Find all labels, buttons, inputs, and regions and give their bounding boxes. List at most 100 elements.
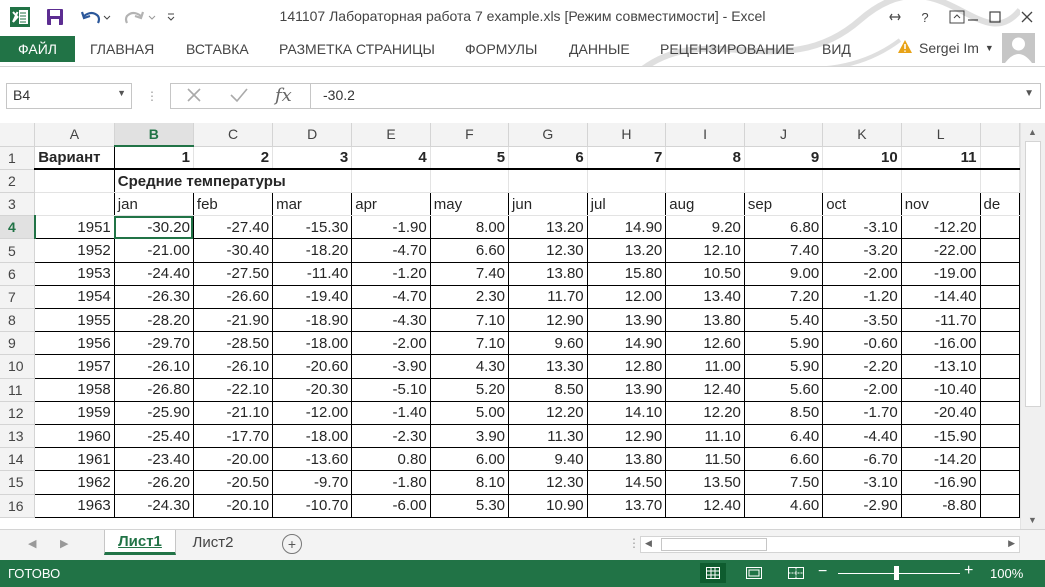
- cell-k6[interactable]: -2.00: [822, 262, 902, 286]
- row-header-1[interactable]: 1: [0, 146, 36, 170]
- cell-g1[interactable]: 6: [508, 146, 588, 171]
- zoom-slider[interactable]: [838, 573, 960, 574]
- cell-h11[interactable]: 13.90: [587, 378, 667, 402]
- cell-e10[interactable]: -3.90: [351, 354, 431, 379]
- cell-e1[interactable]: 4: [351, 146, 431, 171]
- cell-k14[interactable]: -6.70: [822, 447, 902, 472]
- cell-i9[interactable]: 12.60: [665, 331, 745, 356]
- cell-f15[interactable]: 8.10: [430, 470, 510, 495]
- row-header-15[interactable]: 15: [0, 470, 36, 495]
- cell-d11[interactable]: -20.30: [272, 378, 353, 402]
- cell-b15[interactable]: -26.20: [114, 470, 194, 495]
- cell-i7[interactable]: 13.40: [665, 285, 745, 310]
- cell-b1[interactable]: 1: [114, 146, 194, 171]
- cell-l5[interactable]: -22.00: [901, 238, 981, 263]
- cell-m2[interactable]: [980, 169, 1020, 194]
- cell-b10[interactable]: -26.10: [114, 354, 194, 379]
- cell-b14[interactable]: -23.40: [114, 447, 194, 472]
- cell-g5[interactable]: 12.30: [508, 238, 588, 263]
- cell-j6[interactable]: 9.00: [744, 262, 824, 286]
- cell-d16[interactable]: -10.70: [272, 494, 353, 518]
- cell-d15[interactable]: -9.70: [272, 470, 353, 495]
- cell-c7[interactable]: -26.60: [193, 285, 274, 310]
- row-header-16[interactable]: 16: [0, 494, 36, 518]
- sheet-tab-2[interactable]: Лист2: [180, 530, 246, 555]
- column-header-f[interactable]: F: [430, 123, 510, 147]
- user-account[interactable]: Sergei Im ▼: [897, 39, 994, 57]
- cell-k11[interactable]: -2.00: [822, 378, 902, 402]
- cell-d6[interactable]: -11.40: [272, 262, 353, 286]
- cell-m6[interactable]: [980, 262, 1020, 286]
- cell-l7[interactable]: -14.40: [901, 285, 981, 310]
- cell-f3[interactable]: may: [430, 192, 510, 217]
- cell-e8[interactable]: -4.30: [351, 308, 431, 333]
- cell-k10[interactable]: -2.20: [822, 354, 902, 379]
- cell-k12[interactable]: -1.70: [822, 401, 902, 425]
- row-header-9[interactable]: 9: [0, 331, 36, 356]
- cell-f11[interactable]: 5.20: [430, 378, 510, 402]
- cell-h5[interactable]: 13.20: [587, 238, 667, 263]
- cell-e9[interactable]: -2.00: [351, 331, 431, 356]
- cell-c9[interactable]: -28.50: [193, 331, 274, 356]
- row-header-7[interactable]: 7: [0, 285, 36, 310]
- cell-l2[interactable]: [901, 169, 981, 194]
- avatar[interactable]: [1002, 33, 1035, 63]
- cell-m5[interactable]: [980, 238, 1020, 263]
- column-header-l[interactable]: L: [901, 123, 981, 147]
- cell-k5[interactable]: -3.20: [822, 238, 902, 263]
- chevron-down-icon[interactable]: ▼: [117, 88, 126, 98]
- row-header-13[interactable]: 13: [0, 424, 36, 449]
- cell-g8[interactable]: 12.90: [508, 308, 588, 333]
- vertical-scroll-thumb[interactable]: [1025, 141, 1041, 407]
- column-header-b[interactable]: B: [114, 123, 194, 148]
- cell-h8[interactable]: 13.90: [587, 308, 667, 333]
- cell-c4[interactable]: -27.40: [193, 215, 274, 240]
- scroll-down-icon[interactable]: ▼: [1028, 515, 1037, 525]
- column-header-m[interactable]: [980, 123, 1020, 147]
- row-header-10[interactable]: 10: [0, 354, 36, 379]
- zoom-slider-thumb[interactable]: [894, 566, 899, 580]
- cell-c5[interactable]: -30.40: [193, 238, 274, 263]
- cell-e12[interactable]: -1.40: [351, 401, 431, 425]
- row-header-8[interactable]: 8: [0, 308, 36, 333]
- cell-g2[interactable]: [508, 169, 588, 194]
- cell-e6[interactable]: -1.20: [351, 262, 431, 286]
- cell-a1[interactable]: Вариант: [34, 146, 115, 171]
- cell-l15[interactable]: -16.90: [901, 470, 981, 495]
- cell-a8[interactable]: 1955: [34, 308, 115, 333]
- cell-g7[interactable]: 11.70: [508, 285, 588, 310]
- next-sheet-icon[interactable]: ▶: [60, 537, 68, 550]
- cell-j8[interactable]: 5.40: [744, 308, 824, 333]
- cell-i16[interactable]: 12.40: [665, 494, 745, 518]
- cell-b9[interactable]: -29.70: [114, 331, 194, 356]
- scroll-up-icon[interactable]: ▲: [1028, 127, 1037, 137]
- cell-m14[interactable]: [980, 447, 1020, 472]
- cell-h13[interactable]: 12.90: [587, 424, 667, 449]
- row-header-3[interactable]: 3: [0, 192, 36, 217]
- zoom-level[interactable]: 100%: [990, 566, 1023, 581]
- column-header-a[interactable]: A: [34, 123, 115, 147]
- cell-l4[interactable]: -12.20: [901, 215, 981, 240]
- cell-d5[interactable]: -18.20: [272, 238, 353, 263]
- cell-g6[interactable]: 13.80: [508, 262, 588, 286]
- cell-c12[interactable]: -21.10: [193, 401, 274, 425]
- formula-input[interactable]: -30.2 ▼: [310, 83, 1041, 109]
- cell-d13[interactable]: -18.00: [272, 424, 353, 449]
- cell-i2[interactable]: [665, 169, 745, 194]
- cell-b6[interactable]: -24.40: [114, 262, 194, 286]
- cell-a12[interactable]: 1959: [34, 401, 115, 425]
- cell-l6[interactable]: -19.00: [901, 262, 981, 286]
- cell-l9[interactable]: -16.00: [901, 331, 981, 356]
- cell-f5[interactable]: 6.60: [430, 238, 510, 263]
- column-header-e[interactable]: E: [351, 123, 431, 147]
- column-header-g[interactable]: G: [508, 123, 588, 147]
- cell-m9[interactable]: [980, 331, 1020, 356]
- cell-b7[interactable]: -26.30: [114, 285, 194, 310]
- cell-k2[interactable]: [822, 169, 902, 194]
- cell-h12[interactable]: 14.10: [587, 401, 667, 425]
- cell-f6[interactable]: 7.40: [430, 262, 510, 286]
- cell-m7[interactable]: [980, 285, 1020, 310]
- cell-d14[interactable]: -13.60: [272, 447, 353, 472]
- cell-h6[interactable]: 15.80: [587, 262, 667, 286]
- tab-file[interactable]: ФАЙЛ: [0, 36, 75, 62]
